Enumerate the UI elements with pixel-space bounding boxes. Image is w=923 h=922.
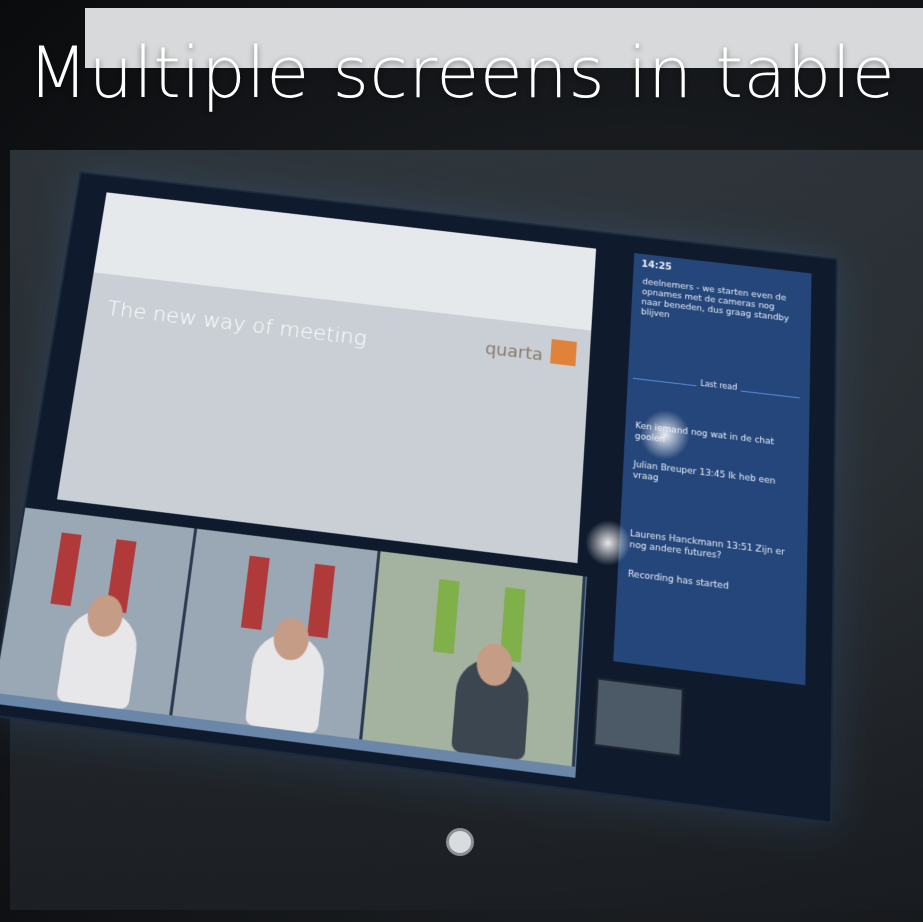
video-tile [172,528,381,740]
light-reflection [585,520,631,566]
presentation-slide: The new way of meeting quarta [56,192,597,564]
shelf [50,532,82,607]
video-tile [0,507,198,716]
chat-panel: 14:25 deelnemers - we starten even de op… [613,253,812,686]
shelf [307,563,336,639]
chat-message: deelnemers - we starten even de opnames … [640,277,790,324]
photo-scene: The new way of meeting quarta 14:25 deel… [0,0,923,922]
chat-status: Recording has started [627,569,729,592]
divider-label: Last read [696,378,742,393]
chat-message: Julian Breuper 13:45 Ik heb een vraag [632,459,776,487]
brand-logo-icon [550,339,577,367]
chat-message: Laurens Hanckmann 13:51 Zijn er nog ande… [629,529,785,562]
video-tile [362,551,586,767]
self-view-tile [593,677,684,758]
light-reflection [640,410,690,460]
table-bolt [446,828,474,856]
chat-time: 14:25 [641,259,673,273]
shelf [240,555,270,630]
brand-name: quarta [484,338,544,366]
headline: Multiple screens in table [27,32,896,114]
shelf [433,579,460,655]
slide-title: The new way of meeting [105,297,368,351]
embedded-display: The new way of meeting quarta 14:25 deel… [0,171,838,825]
